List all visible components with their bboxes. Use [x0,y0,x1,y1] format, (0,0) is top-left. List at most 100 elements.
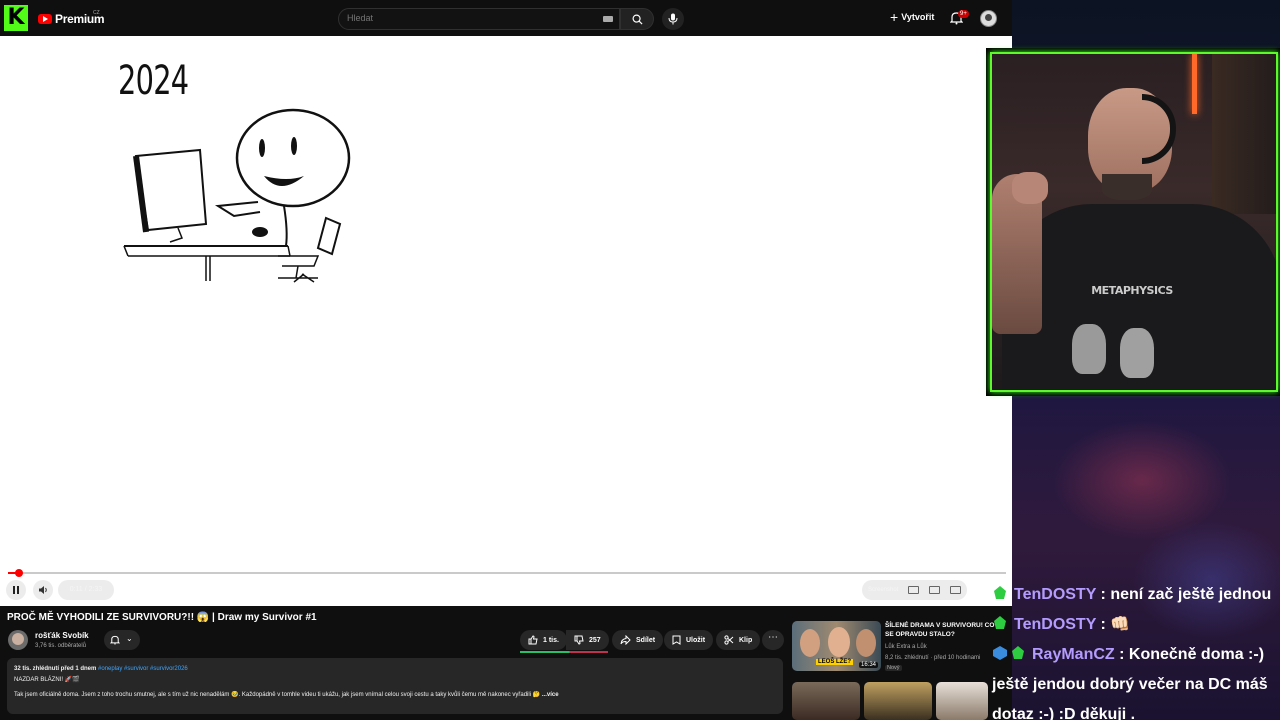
chat-text: 👊🏻 [1110,616,1131,633]
search-box[interactable] [338,8,620,30]
dislike-count: 257 [589,636,601,644]
shirt-print-text: METAPHYSICS [1091,284,1173,297]
chat-text: dotaz :-) :D děkuji . [992,706,1136,720]
shirt-bust-figure [1072,324,1106,374]
pause-button[interactable] [6,580,26,600]
search-icon [632,14,643,25]
save-button[interactable]: Uložit [664,630,714,650]
video-duration: 16:34 [858,662,878,668]
screen: K Premium CZ + Vytvořit 9+ 2024 [0,0,1280,720]
recommended-channel[interactable]: Lůk Extra a Lůk [885,644,927,650]
plus-icon: + [890,9,899,25]
stream-chat: TenDOSTY : není zač ještě jednou TenDOST… [992,580,1280,720]
search-button[interactable] [620,8,654,30]
chat-message-continuation: dotaz :-) :D děkuji . [992,700,1280,720]
thumbnail-face [828,627,850,657]
thumbnail-caption: LEOŠ LŽE? [816,659,853,665]
streamer-beard [1102,174,1152,200]
subscriber-badge-icon [1012,646,1024,659]
mic-icon [668,13,678,25]
chevron-down-icon: ⌄ [126,634,133,643]
create-button[interactable]: + Vytvořit [890,10,934,24]
background-shelf [1212,54,1276,214]
description-stats-line: 32 tis. zhlédnutí před 1 dnem #oneplay #… [14,664,776,675]
recommended-video-thumbnail[interactable] [792,682,860,720]
shirt-bust-figure [1120,328,1154,378]
youtube-play-icon [38,14,52,24]
subscriber-badge-icon [994,586,1006,599]
description-line: NAZDAR BLÁZNI! 🚀🎬 [14,677,80,683]
description-box[interactable]: 32 tis. zhlédnutí před 1 dnem #oneplay #… [7,658,783,714]
like-count: 1 tis. [543,636,559,644]
miniplayer-icon[interactable] [908,586,920,594]
keyboard-icon[interactable] [603,16,613,22]
bookmark-icon [672,635,681,645]
notification-count-badge: 9+ [958,10,969,18]
theater-mode-icon[interactable] [950,586,962,594]
time-display: 0:11 / 2:33 [58,580,114,600]
save-label: Uložit [686,636,706,644]
thumbnail-face [856,629,876,657]
player-right-controls: Screenshot [862,580,968,600]
description-body-line: Tak jsem oficiálně doma. Jsem z toho tro… [14,690,776,701]
chat-username[interactable]: RayManCZ [1032,646,1115,663]
share-button[interactable]: Sdílet [612,630,664,650]
description-more-link[interactable]: ...více [542,692,559,698]
like-button[interactable]: 1 tis. [520,630,567,650]
channel-avatar[interactable] [8,630,28,650]
scissors-icon [724,635,734,645]
new-badge: Nový [885,665,902,671]
chat-message: TenDOSTY : není zač ještě jednou [992,580,1280,610]
clip-label: Klip [739,636,753,644]
chat-username[interactable]: TenDOSTY [1014,586,1096,603]
search-input[interactable] [347,13,587,23]
chat-message-continuation: ještě jendou dobrý večer na DC máš [992,670,1280,700]
screenshot-button[interactable]: Screenshot [868,587,898,593]
video-drawing-year: 2024 [118,58,189,104]
volume-icon [39,586,47,594]
chat-username[interactable]: TenDOSTY [1014,616,1096,633]
volume-button[interactable] [33,580,53,600]
bell-icon [110,635,120,645]
video-player[interactable]: 2024 0:11 / 2:33 Screenshot [0,36,1012,606]
chat-separator: : [1096,586,1111,603]
settings-gear-icon[interactable] [929,586,941,594]
voice-search-button[interactable] [662,8,684,30]
chat-separator: : [1096,616,1111,633]
more-actions-button[interactable]: ⋯ [762,630,784,650]
dislike-button[interactable]: 257 [566,630,609,650]
streamer-hand [1012,172,1048,204]
webcam-overlay: METAPHYSICS [986,48,1280,396]
thumbs-down-icon [574,635,584,645]
subscription-bell-button[interactable]: ⌄ [104,630,140,650]
background-lamp [1192,54,1197,114]
recommended-meta: 8,2 tis. zhlédnutí · před 10 hodinami [885,655,981,661]
thumbs-up-icon [528,635,538,645]
subscriber-count: 3,76 tis. odběratelů [35,643,87,649]
channel-name[interactable]: rošťák Svobík [35,631,89,640]
chat-message: TenDOSTY : 👊🏻 [992,610,1280,640]
account-avatar[interactable] [980,10,997,27]
chat-text: není zač ještě jednou [1110,586,1272,603]
progress-bar[interactable] [8,569,1006,577]
share-icon [620,635,631,645]
recommended-video-title[interactable]: ŠÍLENÉ DRAMA V SURVIVORU! CO SE OPRAVDU … [885,621,995,639]
description-hashtags[interactable]: #oneplay #survivor #survivor2026 [98,666,188,672]
description-stats: 32 tis. zhlédnutí před 1 dnem [14,666,97,672]
thumbnail-face [800,629,820,657]
recommended-video-thumbnail[interactable]: LEOŠ LŽE? 16:34 [792,621,881,671]
description-text: Tak jsem oficiálně doma. Jsem z toho tro… [14,692,541,698]
kick-logo: K [4,5,28,31]
recommended-video-thumbnail[interactable] [936,682,988,720]
chat-text: Konečně doma :-) [1128,646,1265,663]
like-ratio-bar [520,651,608,653]
create-label: Vytvořit [901,12,935,22]
progress-scrubber[interactable] [14,569,23,577]
chat-text: ještě jendou dobrý večer na DC máš [992,676,1268,693]
youtube-topbar: K Premium CZ + Vytvořit 9+ [0,0,1012,36]
clip-button[interactable]: Klip [716,630,761,650]
yt-country-code: CZ [93,10,100,16]
video-title: PROČ MĚ VYHODILI ZE SURVIVORU?!! 😱 | Dra… [7,612,317,623]
share-label: Sdílet [636,636,656,644]
recommended-video-thumbnail[interactable] [864,682,932,720]
